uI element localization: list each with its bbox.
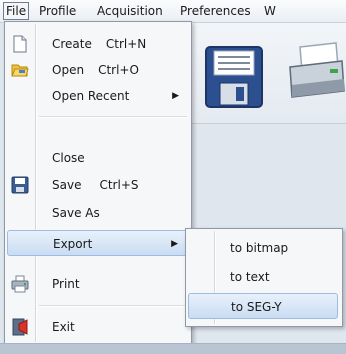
menu-item-open[interactable]: Open Ctrl+O (7, 57, 189, 83)
printer-icon (11, 275, 29, 293)
file-menu-dropdown: Create Ctrl+N Open Ctrl+O Open Recent ▶ Cl… (4, 21, 192, 345)
menu-item-label: Create (52, 37, 92, 51)
menu-item-print[interactable]: Print (7, 271, 189, 297)
menu-item-exit[interactable]: Exit (7, 314, 189, 340)
menu-file[interactable]: File (3, 2, 30, 20)
menu-item-shortcut: Ctrl+S (99, 178, 139, 192)
menu-item-open-recent[interactable]: Open Recent ▶ (7, 83, 189, 109)
menu-item-label: Save (52, 178, 82, 192)
submenu-item-label: to bitmap (230, 241, 289, 255)
save-floppy-icon (11, 176, 29, 194)
menu-item-label: Open Recent (52, 89, 130, 103)
menu-item-label: Exit (52, 320, 75, 334)
menu-separator (39, 116, 187, 118)
status-strip (0, 343, 346, 354)
menu-item-export[interactable]: Export ▶ (7, 230, 189, 256)
menu-item-close[interactable]: Close (7, 145, 189, 171)
menu-item-create[interactable]: Create Ctrl+N (7, 31, 189, 57)
menu-separator (39, 305, 187, 307)
toolbar-printer-icon[interactable] (286, 41, 346, 105)
menu-preferences[interactable]: Preferences (178, 3, 253, 19)
submenu-item-to-text[interactable]: to text (188, 264, 338, 290)
menu-item-label: Print (52, 277, 80, 291)
menu-item-label: Export (53, 237, 93, 251)
menu-window-partial[interactable]: W (262, 3, 278, 19)
submenu-arrow-icon: ▶ (171, 239, 178, 249)
menu-bar: File Profile Acquisition Preferences W (0, 0, 346, 23)
menu-item-shortcut: Ctrl+O (98, 63, 139, 77)
submenu-item-label: to SEG-Y (231, 300, 282, 314)
menu-acquisition[interactable]: Acquisition (95, 3, 165, 19)
menu-item-label: Open (52, 63, 85, 77)
menu-item-save-as[interactable]: Save As (7, 200, 189, 226)
toolbar-save-floppy-icon[interactable] (204, 45, 264, 109)
submenu-item-to-seg-y[interactable]: to SEG-Y (188, 293, 338, 319)
new-document-icon (13, 35, 27, 53)
submenu-item-label: to text (230, 270, 270, 284)
menu-item-label: Close (52, 151, 85, 165)
menu-item-label: Save As (52, 206, 100, 220)
menu-item-shortcut: Ctrl+N (105, 37, 147, 51)
menu-profile[interactable]: Profile (37, 3, 78, 19)
submenu-arrow-icon: ▶ (172, 91, 179, 101)
toolbar (180, 23, 346, 124)
menu-item-save[interactable]: Save Ctrl+S (7, 172, 189, 198)
export-submenu: to bitmap to text to SEG-Y (185, 228, 343, 327)
submenu-item-to-bitmap[interactable]: to bitmap (188, 235, 338, 261)
exit-icon (12, 318, 28, 336)
open-folder-icon (11, 64, 29, 77)
